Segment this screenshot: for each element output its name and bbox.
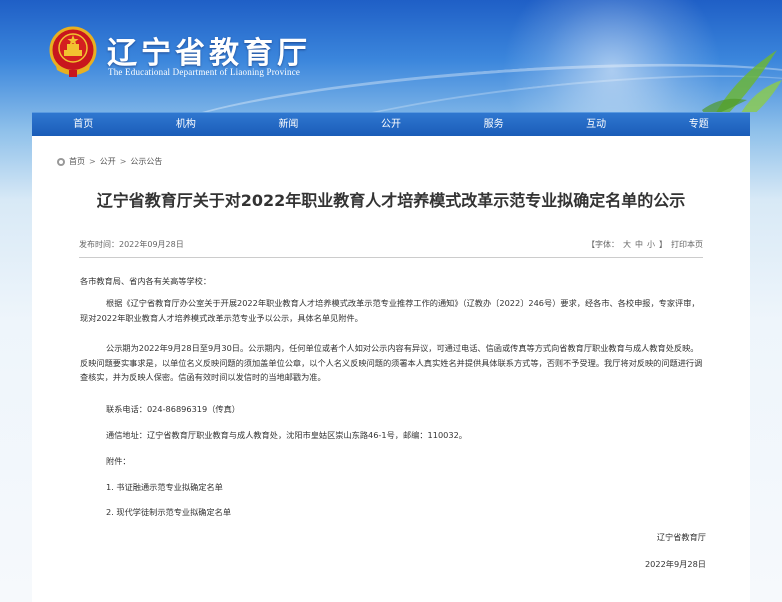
breadcrumb-home[interactable]: 首页: [69, 156, 85, 167]
paragraph: 公示期为2022年9月28日至9月30日。公示期内，任何单位或者个人如对公示内容…: [80, 343, 703, 382]
breadcrumb-announcements[interactable]: 公示公告: [130, 156, 162, 167]
site-title: 辽宁省教育厅: [107, 36, 311, 71]
font-size-close: 】: [659, 240, 667, 249]
signature-date: 2022年9月28日: [644, 559, 706, 569]
nav-item-services[interactable]: 服务: [442, 113, 545, 136]
nav-item-topics[interactable]: 专题: [647, 113, 750, 136]
nav-item-news[interactable]: 新闻: [237, 113, 340, 136]
leaves-decoration-icon: [702, 50, 782, 112]
nav-item-home[interactable]: 首页: [32, 113, 135, 136]
attachment-link[interactable]: 1. 书证融通示范专业拟确定名单: [106, 480, 223, 495]
content-panel: 首页 > 公开 > 公示公告 辽宁省教育厅关于对2022年职业教育人才培养模式改…: [32, 136, 750, 602]
location-icon: [57, 157, 65, 166]
signature: 辽宁省教育厅: [656, 532, 706, 542]
divider: [79, 257, 703, 258]
font-medium-button[interactable]: 中: [635, 240, 643, 249]
print-button[interactable]: 打印本页: [671, 240, 703, 249]
contact-address: 通信地址：辽宁省教育厅职业教育与成人教育处，沈阳市皇姑区崇山东路46-1号，邮编…: [106, 430, 467, 440]
breadcrumb-separator: >: [119, 157, 127, 166]
nav-item-organization[interactable]: 机构: [135, 113, 238, 136]
article-title: 辽宁省教育厅关于对2022年职业教育人才培养模式改革示范专业拟确定名单的公示: [96, 191, 686, 210]
font-small-button[interactable]: 小: [647, 240, 655, 249]
article-meta: 发布时间：2022年09月28日 【字体： 大中小】打印本页: [79, 239, 703, 257]
site-subtitle: The Educational Department of Liaoning P…: [108, 67, 301, 77]
header-banner: 辽宁省教育厅 The Educational Department of Lia…: [0, 0, 782, 112]
breadcrumb-separator: >: [89, 157, 96, 166]
breadcrumb-public[interactable]: 公开: [100, 156, 116, 167]
main-nav: 首页 机构 新闻 公开 服务 互动 专题: [32, 112, 750, 136]
nav-item-public[interactable]: 公开: [340, 113, 443, 136]
breadcrumb: 首页 > 公开 > 公示公告: [57, 156, 162, 167]
publish-time: 发布时间：2022年09月28日: [79, 240, 184, 249]
contact-phone: 联系电话：024-86896319（传真）: [106, 404, 240, 414]
font-large-button[interactable]: 大: [623, 240, 631, 249]
font-size-label: 【字体：: [587, 240, 619, 249]
nav-item-interaction[interactable]: 互动: [545, 113, 648, 136]
article-tools: 【字体： 大中小】打印本页: [587, 239, 703, 257]
paragraph: 根据《辽宁省教育厅办公室关于开展2022年职业教育人才培养模式改革示范专业推荐工…: [80, 298, 700, 323]
attachment-link[interactable]: 2. 现代学徒制示范专业拟确定名单: [106, 505, 231, 520]
greeting: 各市教育局、省内各有关高等学校：: [80, 276, 212, 286]
national-emblem-icon: [49, 26, 97, 77]
attachments-label: 附件：: [106, 456, 131, 466]
